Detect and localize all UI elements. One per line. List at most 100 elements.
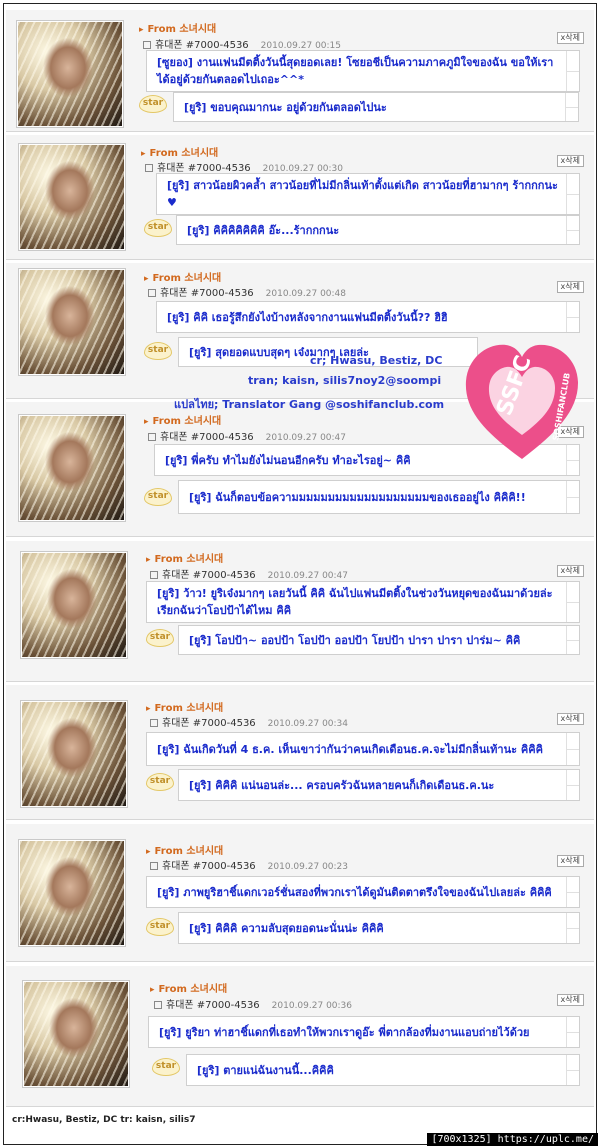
star-button[interactable]: star (152, 1058, 180, 1076)
profile-photo (20, 145, 124, 249)
message-bubble: [ยูริ] สาวน้อยผิวคล้ำ สาวน้อยที่ไม่มีกลิ… (156, 173, 580, 215)
timestamp: 2010.09.27 00:47 (265, 433, 346, 443)
avatar[interactable] (18, 414, 126, 522)
post-meta: 휴대폰 #7000-4536 2010.09.27 00:30 (145, 159, 343, 174)
phone-icon (154, 1001, 162, 1009)
star-button[interactable]: star (146, 773, 174, 791)
profile-photo (20, 270, 124, 374)
ssfc-heart-logo: SSFC SOSHIFANCLUB (462, 337, 582, 465)
from-label: From 소녀시대 (154, 846, 224, 857)
delete-button[interactable]: x삭제 (556, 565, 584, 577)
bubble-side (566, 733, 579, 765)
delete-button[interactable]: x삭제 (556, 713, 584, 725)
message-text: [ยูริ] ยูริยา ท่าฮาชิ์แดกที่เธอทำให้พวกเ… (159, 1026, 530, 1039)
bubble-side (566, 770, 579, 800)
content-frame: ▸ From 소녀시대 휴대폰 #7000-4536 2010.09.27 00:1… (3, 3, 597, 1145)
message-bubble: [ยูริ] คิคิ เธอรู้สึกยังไงบ้างหลังจากงาน… (156, 301, 580, 333)
star-button[interactable]: star (144, 342, 172, 360)
message-bubble: [ยูริ] ว้าว! ยูริเจ๋งมากๆ เลยวันนี้ คิคิ… (146, 581, 580, 623)
reply-bubble: [ยูริ] ตายแน่ฉันงานนี้...คิคิคิ (186, 1054, 580, 1086)
bubble-side (566, 913, 579, 943)
phone-icon (145, 164, 153, 172)
post-5: ▸ From 소녀시대 휴대폰 #7000-4536 2010.09.27 00:4… (6, 541, 594, 682)
reply-bubble: [ยูริ] ขอบคุณมากนะ อยู่ด้วยกันตลอดไปนะ (173, 92, 579, 122)
phone-icon (150, 571, 158, 579)
reply-text: [ยูริ] คิคิคิ ความลับสุดยอดนะนั่นน่ะ คิค… (189, 922, 384, 935)
author: 휴대폰 #7000-4536 (162, 718, 256, 729)
author: 휴대폰 #7000-4536 (160, 432, 254, 443)
reply-text: [ยูริ] ตายแน่ฉันงานนี้...คิคิคิ (197, 1064, 334, 1077)
reply-text: [ยูริ] คิคิคิ แน่นอนล่ะ... ครอบครัวฉันหล… (189, 779, 495, 792)
post-from: ▸ From 소녀시대 (144, 269, 221, 284)
bubble-side (565, 93, 578, 121)
delete-button[interactable]: x삭제 (556, 994, 584, 1006)
delete-button[interactable]: x삭제 (556, 281, 584, 293)
from-label: From 소녀시대 (154, 703, 224, 714)
from-label: From 소녀시대 (158, 984, 228, 995)
post-from: ▸ From 소녀시대 (144, 412, 221, 427)
bubble-side (566, 582, 579, 622)
post-meta: 휴대폰 #7000-4536 2010.09.27 00:23 (150, 857, 348, 872)
bubble-side (566, 302, 579, 332)
message-text: [ยูริ] คิคิ เธอรู้สึกยังไงบ้างหลังจากงาน… (167, 311, 448, 324)
credit-line-2: tran; kaisn, silis7noy2@soompi (248, 374, 442, 387)
avatar[interactable] (18, 268, 126, 376)
arrow-right-icon: ▸ (150, 985, 155, 995)
avatar[interactable] (16, 20, 124, 128)
profile-photo (24, 982, 128, 1086)
post-from: ▸ From 소녀시대 (141, 144, 218, 159)
reply-text: [ยูริ] ขอบคุณมากนะ อยู่ด้วยกันตลอดไปนะ (184, 101, 387, 114)
star-button[interactable]: star (139, 95, 167, 113)
post-from: ▸ From 소녀시대 (150, 980, 227, 995)
avatar[interactable] (20, 700, 128, 808)
star-button[interactable]: star (144, 488, 172, 506)
bubble-side (566, 1017, 579, 1047)
reply-text: [ยูริ] ฉันก็ตอบข้อความมมมมมมมมมมมมมมมมมม… (189, 491, 526, 504)
delete-button[interactable]: x삭제 (556, 155, 584, 167)
watermark: [700x1325] https://uplc.me/ (427, 1133, 598, 1146)
bubble-side (566, 626, 579, 654)
star-button[interactable]: star (146, 918, 174, 936)
avatar[interactable] (18, 143, 126, 251)
bubble-side (566, 481, 579, 513)
phone-icon (143, 41, 151, 49)
author: 휴대폰 #7000-4536 (160, 288, 254, 299)
post-7: ▸ From 소녀시대 휴대폰 #7000-4536 2010.09.27 00:2… (6, 824, 594, 962)
message-text: [ซูยอง] งานแฟนมีตติ้งวันนี้สุดยอดเลย! โซ… (157, 56, 554, 86)
message-bubble: [ยูริ] ภาพยูริฮาชิ์แดกเวอร์ชั่นสองที่พวก… (146, 876, 580, 908)
profile-photo (22, 553, 126, 657)
arrow-right-icon: ▸ (139, 25, 144, 35)
message-text: [ยูริ] พี่ครับ ทำไมยังไม่นอนอีกครับ ทำอะ… (165, 454, 411, 467)
delete-button[interactable]: x삭제 (556, 855, 584, 867)
reply-text: [ยูริ] โอปป้า~ ออปป้า โอปป้า ออปป้า โยปป… (189, 634, 521, 647)
author: 휴대폰 #7000-4536 (166, 1000, 260, 1011)
arrow-right-icon: ▸ (146, 847, 151, 857)
post-meta: 휴대폰 #7000-4536 2010.09.27 00:47 (148, 428, 346, 443)
heart-icon: SSFC SOSHIFANCLUB (465, 344, 578, 459)
phone-icon (148, 289, 156, 297)
bubble-side (566, 174, 579, 214)
reply-text: [ยูริ] คิคิคิคิคิคิคิ อ๊ะ...ร้ากกกนะ (187, 224, 340, 237)
avatar[interactable] (20, 551, 128, 659)
star-button[interactable]: star (146, 629, 174, 647)
star-button[interactable]: star (144, 219, 172, 237)
from-label: From 소녀시대 (147, 24, 217, 35)
post-from: ▸ From 소녀시대 (146, 699, 223, 714)
phone-icon (150, 719, 158, 727)
delete-button[interactable]: x삭제 (556, 32, 584, 44)
avatar[interactable] (18, 839, 126, 947)
bubble-side (566, 216, 579, 244)
message-bubble: [ซูยอง] งานแฟนมีตติ้งวันนี้สุดยอดเลย! โซ… (146, 50, 580, 92)
message-text: [ยูริ] สาวน้อยผิวคล้ำ สาวน้อยที่ไม่มีกลิ… (167, 179, 558, 209)
arrow-right-icon: ▸ (144, 274, 149, 284)
post-meta: 휴대폰 #7000-4536 2010.09.27 00:15 (143, 36, 341, 51)
reply-bubble: [ยูริ] โอปป้า~ ออปป้า โอปป้า ออปป้า โยปป… (178, 625, 580, 655)
avatar[interactable] (22, 980, 130, 1088)
arrow-right-icon: ▸ (146, 704, 151, 714)
post-meta: 휴대폰 #7000-4536 2010.09.27 00:36 (154, 996, 352, 1011)
bubble-side (566, 51, 579, 91)
timestamp: 2010.09.27 00:23 (267, 862, 348, 872)
author: 휴대폰 #7000-4536 (162, 570, 256, 581)
profile-photo (20, 416, 124, 520)
phone-icon (150, 862, 158, 870)
